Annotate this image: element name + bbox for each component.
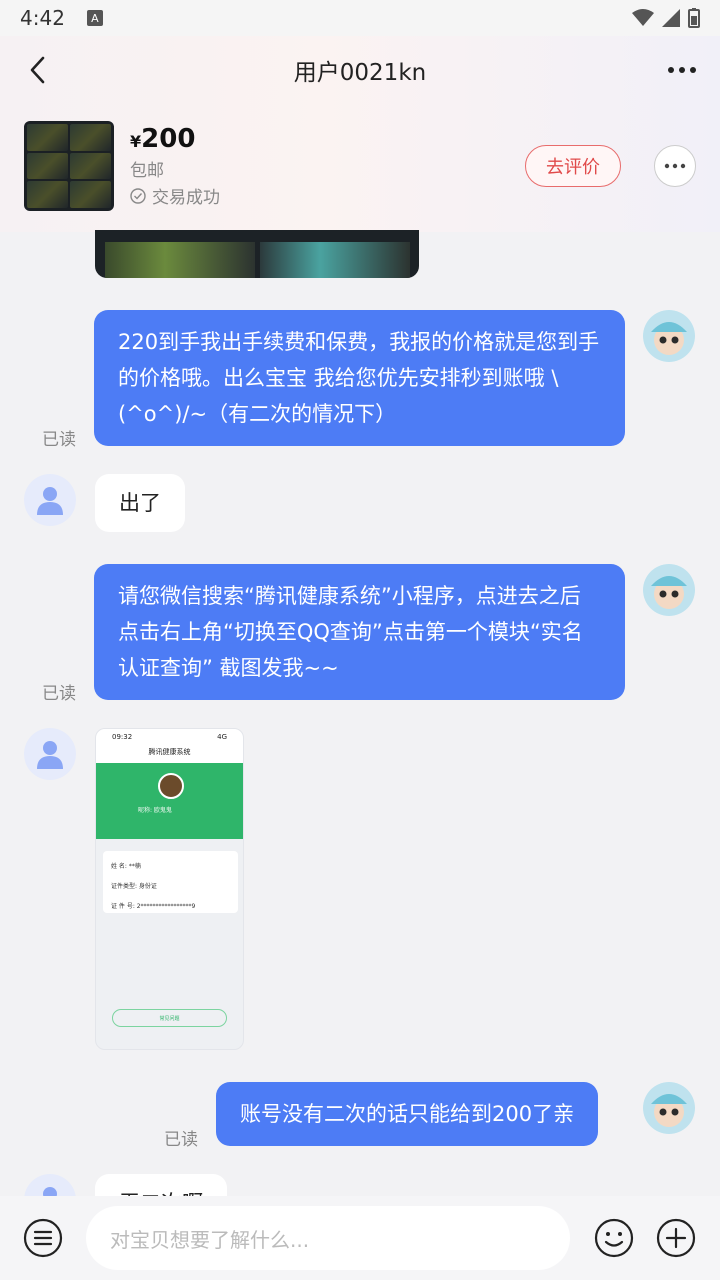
user-icon — [43, 1187, 57, 1196]
chevron-left-icon — [30, 56, 45, 84]
user-icon — [37, 487, 63, 515]
other-avatar[interactable] — [24, 1174, 76, 1196]
more-dots-icon — [664, 163, 686, 169]
page-title: 用户0021kn — [293, 60, 427, 86]
message-bubble-other[interactable]: 出了 — [95, 474, 185, 532]
chat-header: 用户0021kn ¥200 包邮 交易成功 去评价 — [0, 36, 720, 232]
product-more-button[interactable] — [654, 145, 696, 187]
my-avatar[interactable] — [643, 1082, 695, 1134]
emoji-button[interactable] — [594, 1218, 634, 1258]
smiley-icon — [594, 1218, 634, 1258]
shipping-label: 包邮 — [130, 161, 164, 181]
product-thumbnail[interactable] — [24, 121, 114, 211]
read-receipt: 已读 — [42, 430, 76, 450]
more-options-button[interactable] — [662, 50, 702, 90]
image-message-partial[interactable] — [95, 230, 419, 278]
add-attachment-button[interactable] — [656, 1218, 696, 1258]
input-bar: 对宝贝想要了解什么... — [0, 1196, 720, 1280]
read-receipt: 已读 — [164, 1130, 198, 1150]
message-bubble-me[interactable]: 账号没有二次的话只能给到200了亲 — [216, 1082, 599, 1146]
menu-button[interactable] — [23, 1218, 63, 1258]
chat-messages[interactable]: 220到手我出手续费和保费，我报的价格就是您到手的价格哦。出么宝宝 我给您优先安… — [0, 230, 720, 1196]
other-avatar[interactable] — [24, 728, 76, 780]
check-circle-icon — [130, 187, 146, 204]
message-input[interactable]: 对宝贝想要了解什么... — [86, 1206, 570, 1270]
plus-circle-icon — [656, 1218, 696, 1258]
review-button[interactable]: 去评价 — [525, 145, 621, 187]
other-avatar[interactable] — [24, 474, 76, 526]
wifi-icon — [632, 9, 654, 26]
message-bubble-other[interactable]: 无二次啊 — [95, 1174, 227, 1196]
message-bubble-me[interactable]: 220到手我出手续费和保费，我报的价格就是您到手的价格哦。出么宝宝 我给您优先安… — [94, 310, 625, 446]
status-bar: 4:42 A — [0, 0, 720, 36]
my-avatar[interactable] — [643, 310, 695, 362]
menu-list-icon — [23, 1218, 63, 1258]
notification-a-icon: A — [86, 10, 103, 26]
status-time: 4:42 — [20, 6, 65, 30]
product-card[interactable]: ¥200 包邮 交易成功 去评价 — [24, 120, 696, 212]
product-price: ¥200 — [130, 124, 196, 154]
battery-icon — [688, 8, 700, 28]
back-button[interactable] — [18, 50, 58, 90]
dog-avatar — [158, 773, 184, 799]
my-avatar[interactable] — [643, 564, 695, 616]
read-receipt: 已读 — [42, 684, 76, 704]
cell-signal-icon — [662, 9, 680, 27]
message-bubble-me[interactable]: 请您微信搜索“腾讯健康系统”小程序，点进去之后点击右上角“切换至QQ查询”点击第… — [94, 564, 625, 700]
user-icon — [37, 741, 63, 769]
image-message-screenshot[interactable]: 09:32 4G 腾讯健康系统 昵称: 欧鬼鬼 姓 名: **楠 证件类型: 身份… — [95, 728, 244, 1050]
nav-bar: 用户0021kn — [0, 36, 720, 104]
more-dots-icon — [668, 67, 696, 73]
deal-status: 交易成功 — [130, 183, 220, 208]
